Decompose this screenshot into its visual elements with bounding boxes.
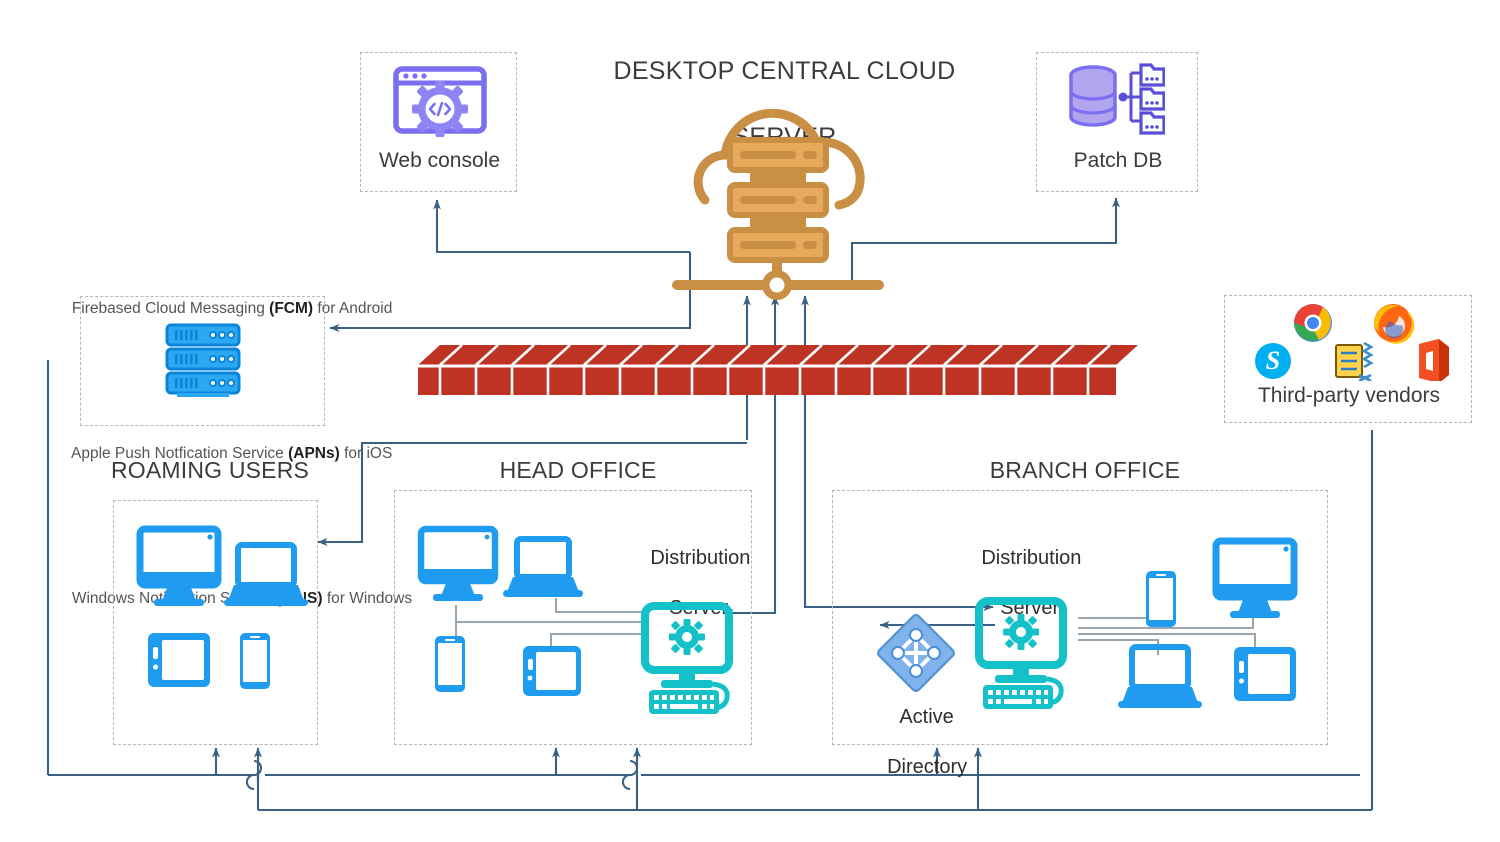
desktop-monitor-icon xyxy=(1212,537,1298,618)
smartphone-icon xyxy=(435,636,465,692)
third-party-vendors-label: Third-party vendors xyxy=(1257,384,1441,407)
chrome-icon xyxy=(1294,304,1332,342)
diagram-canvas: DESKTOP CENTRAL CLOUD SERVER xyxy=(0,0,1500,842)
laptop-icon xyxy=(503,536,583,597)
roaming-users-title: ROAMING USERS xyxy=(110,457,310,483)
firefox-icon xyxy=(1373,304,1415,344)
roaming-devices-group xyxy=(136,525,308,689)
desktop-monitor-icon xyxy=(417,525,499,601)
browser-gear-code-icon xyxy=(393,66,487,137)
office-icon xyxy=(1419,339,1449,381)
cloud-server-node[interactable] xyxy=(672,100,890,300)
head-office-box[interactable]: Distribution Server xyxy=(394,490,752,745)
brick-firewall-icon xyxy=(418,344,1138,395)
svg-text:S: S xyxy=(1266,346,1280,375)
smartphone-icon xyxy=(1146,571,1176,627)
third-party-vendors-box[interactable]: S Third-party vendors xyxy=(1224,295,1472,423)
page-title-line1: DESKTOP CENTRAL CLOUD xyxy=(613,57,956,85)
roaming-users-box[interactable] xyxy=(113,500,318,745)
web-console-box[interactable]: Web console xyxy=(360,52,517,192)
ad-label-2: Directory xyxy=(887,756,968,778)
desktop-monitor-icon xyxy=(136,525,222,606)
winzip-icon xyxy=(1335,341,1374,381)
tablet-icon xyxy=(523,646,581,696)
distribution-server-icon xyxy=(641,602,733,714)
server-rack-stack-icon xyxy=(165,323,241,397)
line-cloud-to-web-console xyxy=(433,199,690,254)
note-2-suffix: for iOS xyxy=(339,445,393,462)
smartphone-icon xyxy=(240,633,270,689)
active-directory-label: Active Directory xyxy=(848,680,984,805)
web-console-label: Web console xyxy=(378,149,501,172)
cloud-server-racks-icon xyxy=(672,108,884,300)
database-folders-icon xyxy=(1069,63,1165,135)
tablet-icon xyxy=(148,633,210,687)
laptop-icon xyxy=(224,542,308,606)
laptop-icon xyxy=(1118,644,1202,708)
head-office-title: HEAD OFFICE xyxy=(499,457,657,483)
notification-servers-box[interactable] xyxy=(80,296,325,426)
head-office-devices-group xyxy=(417,525,733,714)
distribution-server-icon xyxy=(975,597,1067,709)
branch-office-title: BRANCH OFFICE xyxy=(989,457,1181,483)
skype-icon: S xyxy=(1255,343,1291,379)
ad-label-1: Active xyxy=(899,706,954,728)
patch-db-box[interactable]: Patch DB xyxy=(1036,52,1198,192)
tablet-icon xyxy=(1234,647,1296,701)
firewall-node xyxy=(418,344,1138,395)
line-cloud-to-patch-db xyxy=(850,197,1120,285)
patch-db-label: Patch DB xyxy=(1073,149,1163,172)
vendor-icons-group: S xyxy=(1255,304,1449,381)
